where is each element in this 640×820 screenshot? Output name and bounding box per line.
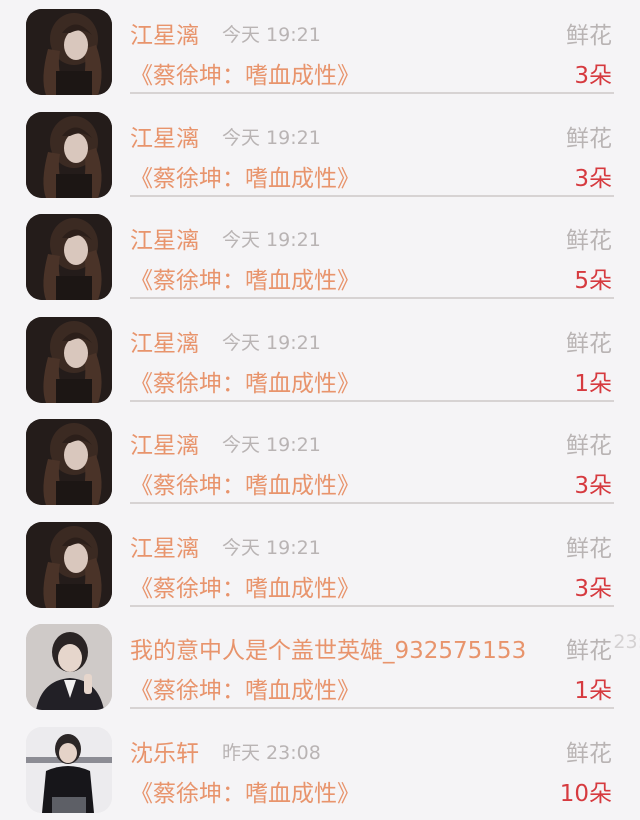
avatar[interactable] — [26, 112, 112, 198]
girl-avatar-icon — [26, 112, 112, 198]
man-avatar-icon — [26, 727, 112, 813]
sender-name[interactable]: 江星漓 — [130, 221, 199, 255]
sender-name[interactable]: 江星漓 — [130, 119, 199, 153]
gift-count: 10朵 — [560, 774, 612, 808]
divider — [130, 297, 614, 299]
gift-type: 鲜花 — [566, 119, 612, 153]
book-title[interactable]: 《蔡徐坤：嗜血成性》 — [130, 671, 360, 705]
book-title[interactable]: 《蔡徐坤：嗜血成性》 — [130, 261, 360, 295]
sender-name[interactable]: 我的意中人是个盖世英雄_932575153 — [130, 631, 526, 665]
divider — [130, 92, 614, 94]
avatar[interactable] — [26, 419, 112, 505]
avatar[interactable] — [26, 727, 112, 813]
list-item[interactable]: 江星漓 今天 19:21 鲜花 《蔡徐坤：嗜血成性》 3朵 — [0, 103, 640, 206]
gift-type: 鲜花 — [566, 631, 612, 665]
girl-avatar-icon — [26, 317, 112, 403]
book-title[interactable]: 《蔡徐坤：嗜血成性》 — [130, 466, 360, 500]
girl-avatar-icon — [26, 419, 112, 505]
sender-name[interactable]: 江星漓 — [130, 529, 199, 563]
gift-count: 3朵 — [574, 56, 612, 90]
sender-name[interactable]: 江星漓 — [130, 324, 199, 358]
man-avatar-icon — [26, 624, 112, 710]
divider — [130, 400, 614, 402]
divider — [130, 707, 614, 709]
timestamp: 今天 19:21 — [222, 533, 321, 560]
divider — [130, 195, 614, 197]
list-item[interactable]: 江星漓 今天 19:21 鲜花 《蔡徐坤：嗜血成性》 3朵 — [0, 410, 640, 513]
gift-count: 1朵 — [574, 671, 612, 705]
sender-name[interactable]: 沈乐轩 — [130, 734, 199, 768]
book-title[interactable]: 《蔡徐坤：嗜血成性》 — [130, 774, 360, 808]
book-title[interactable]: 《蔡徐坤：嗜血成性》 — [130, 56, 360, 90]
book-title[interactable]: 《蔡徐坤：嗜血成性》 — [130, 364, 360, 398]
avatar[interactable] — [26, 214, 112, 300]
gift-type: 鲜花 — [566, 16, 612, 50]
gift-type: 鲜花 — [566, 734, 612, 768]
list-item[interactable]: 江星漓 今天 19:21 鲜花 《蔡徐坤：嗜血成性》 3朵 — [0, 513, 640, 616]
gift-count: 5朵 — [574, 261, 612, 295]
timestamp: 今天 19:21 — [222, 430, 321, 457]
gift-type: 鲜花 — [566, 221, 612, 255]
gift-count: 3朵 — [574, 466, 612, 500]
avatar[interactable] — [26, 317, 112, 403]
list-item[interactable]: 我的意中人是个盖世英雄_932575153 23: 鲜花 《蔡徐坤：嗜血成性》 … — [0, 615, 640, 718]
timestamp: 今天 19:21 — [222, 328, 321, 355]
timestamp: 昨天 23:08 — [222, 738, 321, 765]
gift-type: 鲜花 — [566, 324, 612, 358]
list-item[interactable]: 江星漓 今天 19:21 鲜花 《蔡徐坤：嗜血成性》 5朵 — [0, 205, 640, 308]
timestamp: 今天 19:21 — [222, 20, 321, 47]
divider — [130, 605, 614, 607]
sender-name[interactable]: 江星漓 — [130, 426, 199, 460]
avatar[interactable] — [26, 624, 112, 710]
timestamp: 今天 19:21 — [222, 123, 321, 150]
gift-count: 3朵 — [574, 569, 612, 603]
list-item[interactable]: 沈乐轩 昨天 23:08 鲜花 《蔡徐坤：嗜血成性》 10朵 — [0, 718, 640, 820]
list-item[interactable]: 江星漓 今天 19:21 鲜花 《蔡徐坤：嗜血成性》 1朵 — [0, 308, 640, 411]
avatar[interactable] — [26, 522, 112, 608]
divider — [130, 502, 614, 504]
list-item[interactable]: 江星漓 今天 19:21 鲜花 《蔡徐坤：嗜血成性》 3朵 — [0, 0, 640, 103]
girl-avatar-icon — [26, 9, 112, 95]
timestamp: 今天 19:21 — [222, 225, 321, 252]
gift-count: 1朵 — [574, 364, 612, 398]
flower-gift-list: 江星漓 今天 19:21 鲜花 《蔡徐坤：嗜血成性》 3朵 江星漓 今天 19:… — [0, 0, 640, 820]
girl-avatar-icon — [26, 522, 112, 608]
timestamp: 23: — [613, 631, 640, 653]
book-title[interactable]: 《蔡徐坤：嗜血成性》 — [130, 159, 360, 193]
avatar[interactable] — [26, 9, 112, 95]
gift-type: 鲜花 — [566, 426, 612, 460]
gift-count: 3朵 — [574, 159, 612, 193]
sender-name[interactable]: 江星漓 — [130, 16, 199, 50]
girl-avatar-icon — [26, 214, 112, 300]
book-title[interactable]: 《蔡徐坤：嗜血成性》 — [130, 569, 360, 603]
gift-type: 鲜花 — [566, 529, 612, 563]
